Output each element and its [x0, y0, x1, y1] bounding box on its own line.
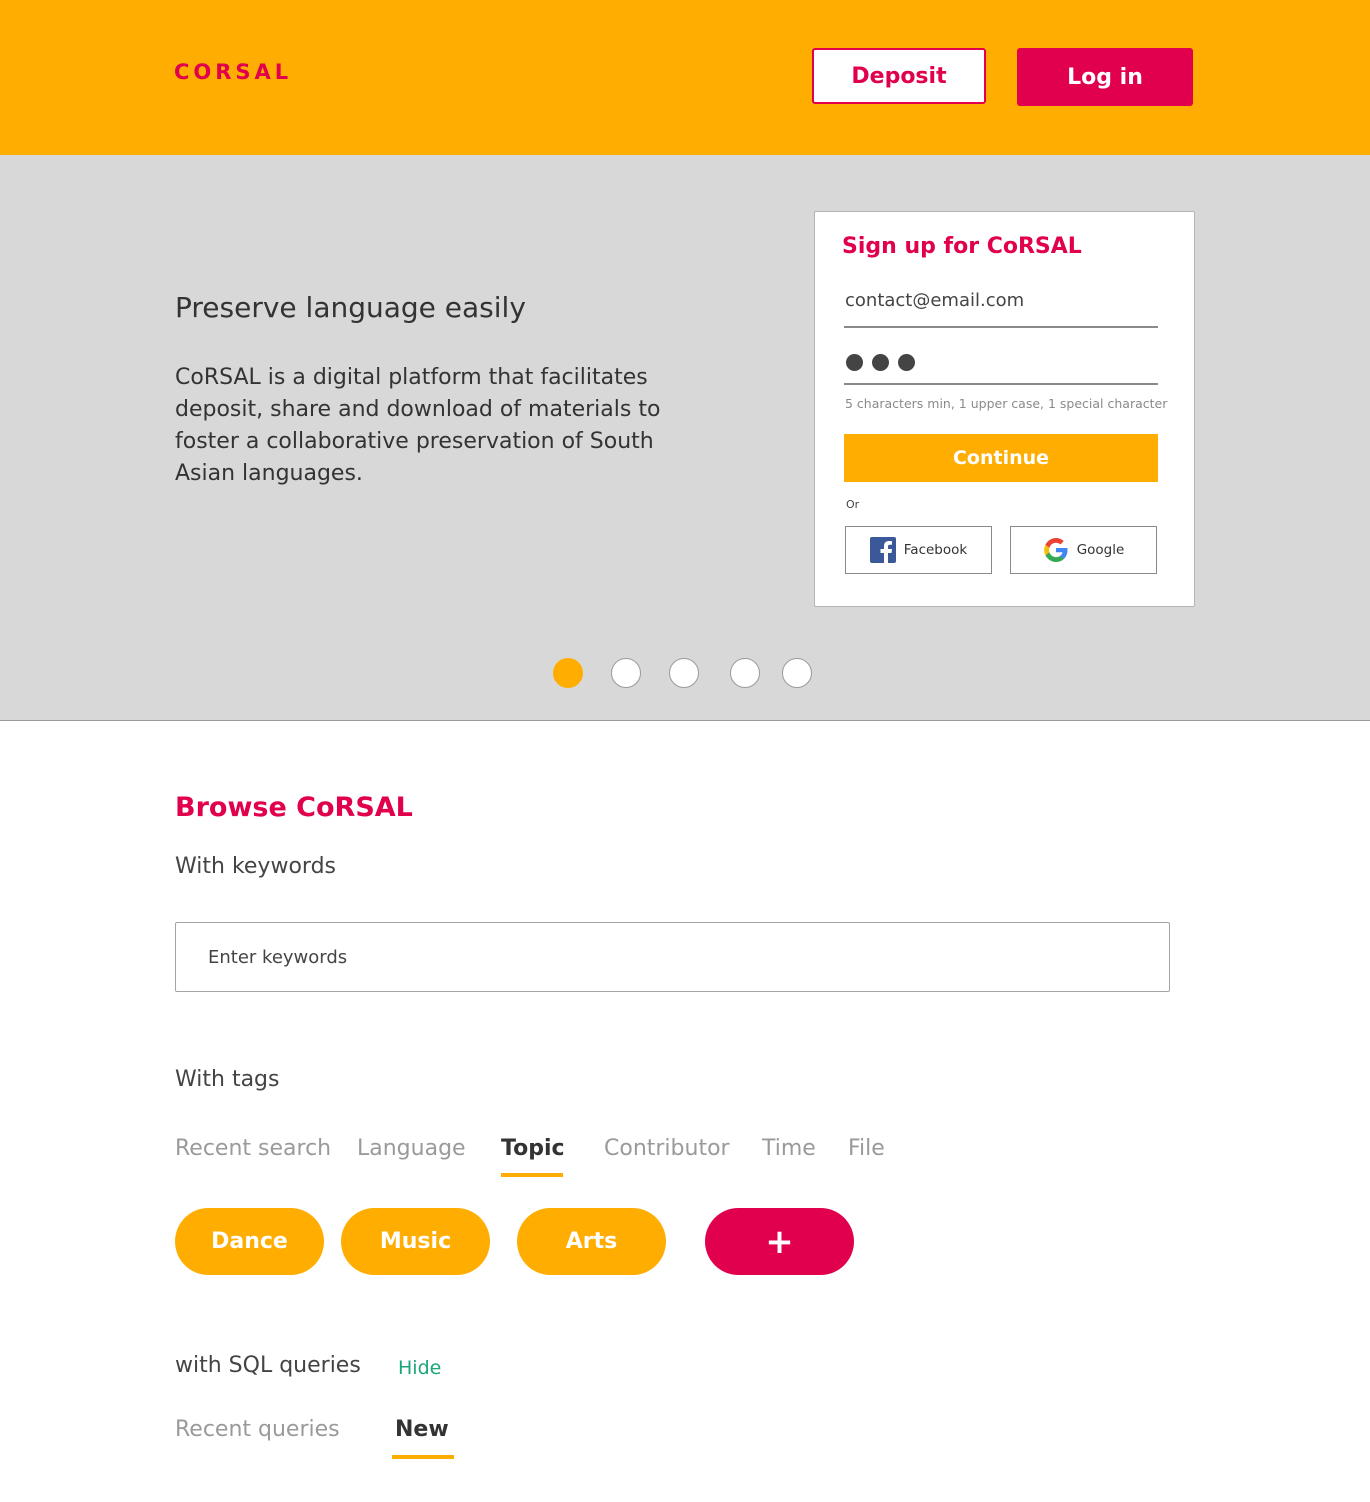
continue-button[interactable]: Continue: [844, 434, 1158, 482]
deposit-button[interactable]: Deposit: [812, 48, 986, 104]
google-label: Google: [1076, 542, 1125, 558]
tab-topic[interactable]: Topic: [501, 1136, 565, 1161]
password-dot: [898, 354, 915, 371]
tab-recent-search[interactable]: Recent search: [175, 1136, 331, 1161]
password-dot: [846, 354, 863, 371]
tag-music[interactable]: Music: [341, 1208, 490, 1275]
password-field[interactable]: [844, 345, 1158, 385]
facebook-icon: [869, 537, 896, 563]
tab-time[interactable]: Time: [762, 1136, 816, 1161]
search-placeholder: Enter keywords: [208, 946, 348, 968]
tag-dance[interactable]: Dance: [175, 1208, 324, 1275]
search-input[interactable]: Enter keywords: [175, 922, 1170, 992]
carousel-pagination: [0, 658, 1370, 692]
carousel-dot-5[interactable]: [782, 658, 812, 688]
tab-contributor[interactable]: Contributor: [604, 1136, 730, 1161]
signup-card: Sign up for CoRSAL contact@email.com 5 c…: [814, 211, 1195, 607]
password-dot: [872, 354, 889, 371]
active-sql-tab-indicator: [392, 1455, 454, 1459]
hero-description: CoRSAL is a digital platform that facili…: [175, 365, 661, 486]
facebook-button[interactable]: Facebook: [845, 526, 992, 574]
tab-file[interactable]: File: [848, 1136, 885, 1161]
password-hint: 5 characters min, 1 upper case, 1 specia…: [845, 396, 1168, 411]
corsal-logo[interactable]: CORSAL: [174, 60, 292, 84]
browse-title: Browse CoRSAL: [175, 792, 413, 823]
facebook-label: Facebook: [903, 542, 968, 558]
carousel-dot-4[interactable]: [730, 658, 760, 688]
keywords-label: With keywords: [175, 854, 336, 879]
sql-queries-label: with SQL queries: [175, 1353, 361, 1378]
active-tab-indicator: [501, 1173, 563, 1177]
top-header: CORSAL Deposit Log in: [0, 0, 1370, 155]
tab-language[interactable]: Language: [357, 1136, 466, 1161]
email-field[interactable]: contact@email.com: [844, 284, 1158, 328]
google-button[interactable]: Google: [1010, 526, 1157, 574]
add-tag-button[interactable]: +: [705, 1208, 854, 1275]
tags-label: With tags: [175, 1067, 280, 1092]
login-button[interactable]: Log in: [1017, 48, 1193, 106]
carousel-dot-3[interactable]: [669, 658, 699, 688]
or-label: Or: [846, 498, 860, 511]
tab-new[interactable]: New: [395, 1417, 449, 1442]
signup-title: Sign up for CoRSAL: [842, 234, 1082, 259]
hero-title: Preserve language easily: [175, 291, 526, 324]
hero-section: Preserve language easily CoRSAL is a dig…: [0, 155, 1370, 721]
google-icon: [1043, 538, 1068, 562]
tag-arts[interactable]: Arts: [517, 1208, 666, 1275]
carousel-dot-2[interactable]: [611, 658, 641, 688]
tab-recent-queries[interactable]: Recent queries: [175, 1417, 340, 1442]
carousel-dot-1[interactable]: [553, 658, 583, 688]
hide-link[interactable]: Hide: [398, 1357, 441, 1379]
